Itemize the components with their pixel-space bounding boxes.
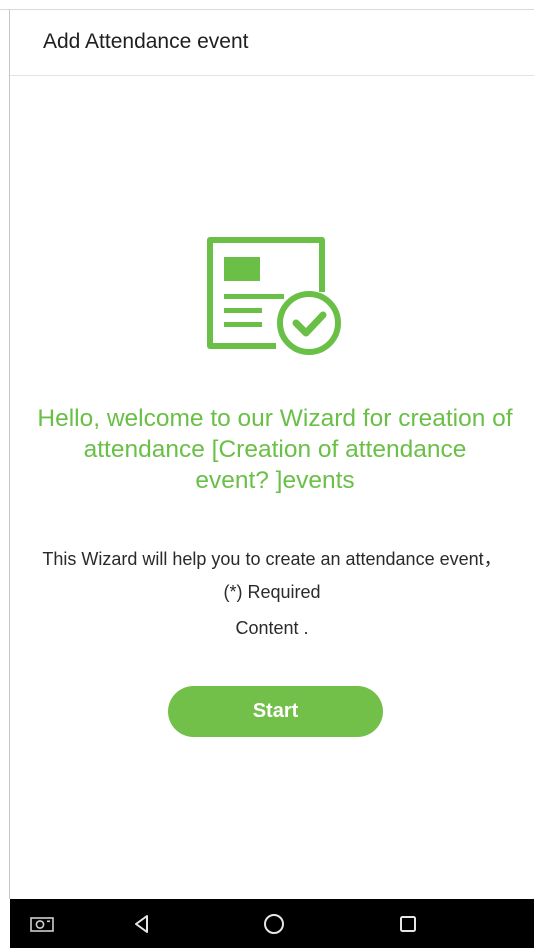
content-note: Content . [235,618,309,638]
attendance-card-check-icon [204,234,344,356]
welcome-line-2: attendance [Creation of attendance [83,436,467,463]
recents-icon[interactable] [388,899,428,948]
page-title: Add Attendance event [43,30,249,53]
back-icon[interactable] [122,899,162,948]
required-note: (*) Required [223,582,321,602]
welcome-line-1: Hello, welcome to our Wizard for creatio… [37,405,513,432]
system-navigation-bar [10,899,534,948]
camera-icon[interactable] [22,899,62,948]
app-screen: Add Attendance event Hello, welcome to o… [0,0,534,948]
left-border [0,9,10,899]
top-border [0,0,534,10]
wizard-description: This Wizard will help you to create an a… [42,549,502,569]
app-header: Add Attendance event [10,10,534,76]
welcome-heading: Hello, welcome to our Wizard for creatio… [10,403,534,496]
home-icon[interactable] [254,899,294,948]
start-button[interactable]: Start [168,686,383,737]
welcome-line-3: event? ]events [195,467,355,494]
